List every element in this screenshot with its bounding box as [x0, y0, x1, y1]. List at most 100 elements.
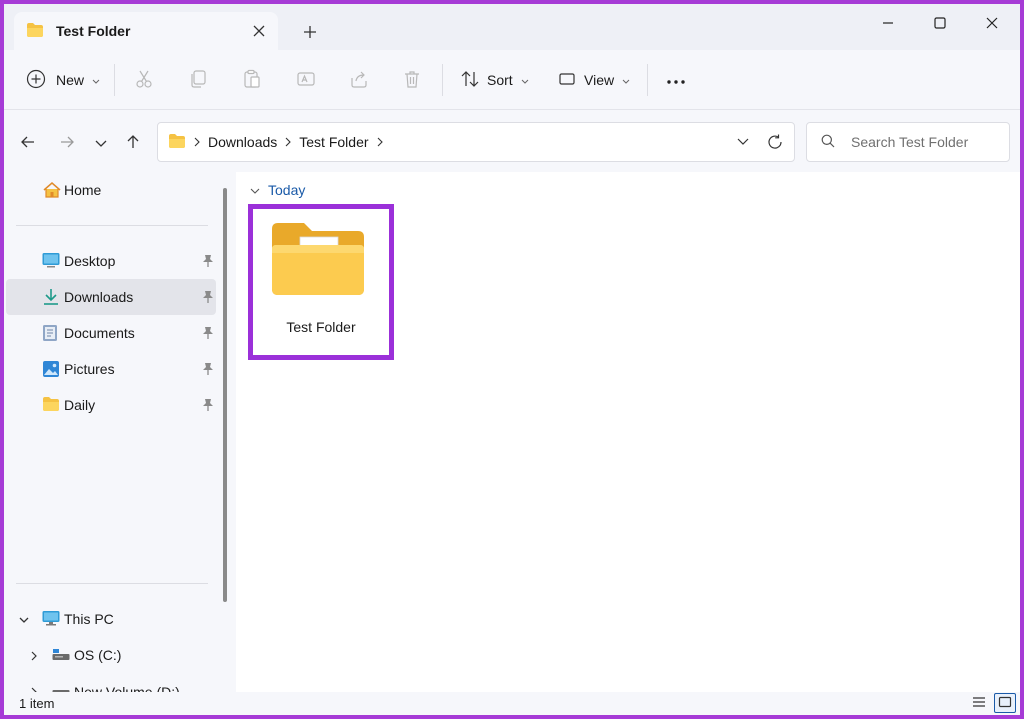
details-view-button[interactable] [968, 693, 990, 713]
desktop-icon [42, 252, 60, 270]
pin-icon[interactable] [202, 326, 214, 340]
paste-button[interactable] [242, 64, 262, 96]
maximize-button[interactable] [914, 4, 966, 44]
sidebar-item-label: New Volume (D:) [74, 684, 180, 692]
chevron-down-icon[interactable] [736, 134, 750, 151]
add-circle-icon [26, 69, 46, 92]
sidebar-item-drive-d[interactable]: New Volume (D:) [6, 673, 216, 692]
documents-icon [42, 324, 60, 342]
navigation-pane: Home Desktop Downloads Documents Picture… [4, 172, 236, 692]
search-input[interactable] [851, 134, 1011, 150]
drive-icon [52, 646, 70, 664]
sidebar-item-label: Desktop [64, 253, 116, 269]
minimize-icon [882, 16, 894, 32]
toolbar-divider [647, 64, 648, 96]
sidebar-item-pictures[interactable]: Pictures [6, 351, 216, 387]
folder-icon [270, 219, 366, 302]
sidebar-item-drive-c[interactable]: OS (C:) [6, 637, 216, 673]
more-icon [666, 72, 686, 88]
chevron-right-icon[interactable] [377, 137, 383, 147]
sidebar-item-documents[interactable]: Documents [6, 315, 216, 351]
sidebar-item-this-pc[interactable]: This PC [6, 601, 216, 637]
delete-icon [402, 69, 422, 92]
file-item-test-folder[interactable]: Test Folder [248, 204, 394, 360]
sidebar-item-label: This PC [64, 611, 114, 627]
refresh-icon[interactable] [766, 133, 784, 154]
tiles-icon [998, 695, 1012, 711]
group-label: Today [268, 182, 306, 198]
copy-button[interactable] [188, 64, 208, 96]
minimize-button[interactable] [862, 4, 914, 44]
sidebar-item-label: Daily [64, 397, 96, 413]
paste-icon [242, 69, 262, 92]
folder-icon [26, 22, 44, 41]
close-icon [986, 16, 998, 32]
new-button[interactable]: New [26, 64, 100, 96]
search-box[interactable] [806, 122, 1011, 162]
chevron-right-icon[interactable] [28, 685, 40, 692]
search-icon [821, 134, 835, 151]
view-icon [558, 70, 576, 91]
chevron-down-icon [95, 135, 107, 151]
sidebar-item-label: Home [64, 182, 102, 198]
view-label: View [584, 72, 615, 88]
sidebar-item-home[interactable]: Home [6, 172, 216, 208]
sidebar-item-daily[interactable]: Daily [6, 387, 216, 423]
pin-icon[interactable] [202, 254, 214, 268]
pin-icon[interactable] [202, 362, 214, 376]
sidebar-scrollbar[interactable] [223, 188, 227, 602]
chevron-right-icon [285, 137, 292, 147]
pin-icon[interactable] [202, 290, 214, 304]
toolbar-divider [114, 64, 115, 96]
chevron-right-icon[interactable] [28, 649, 40, 661]
sidebar-divider [16, 583, 208, 584]
tiles-view-button[interactable] [994, 693, 1016, 713]
rename-icon [296, 69, 316, 92]
chevron-down-icon[interactable] [18, 613, 30, 625]
group-header-today[interactable]: Today [250, 182, 305, 198]
share-button[interactable] [349, 64, 369, 96]
tab-test-folder[interactable]: Test Folder [14, 12, 278, 50]
pictures-icon [42, 360, 60, 378]
sidebar-item-downloads[interactable]: Downloads [6, 279, 216, 315]
copy-icon [188, 69, 208, 92]
sidebar-item-desktop[interactable]: Desktop [6, 243, 216, 279]
up-button[interactable] [120, 130, 146, 156]
breadcrumb-test-folder[interactable]: Test Folder [299, 134, 368, 150]
pin-icon[interactable] [202, 398, 214, 412]
folder-icon [168, 133, 186, 152]
command-bar: New Sort View [4, 50, 1020, 110]
file-explorer-window: Test Folder New Sort View Downloads Test… [4, 4, 1020, 715]
maximize-icon [934, 16, 946, 32]
back-button[interactable] [15, 130, 41, 156]
sort-button[interactable]: Sort [460, 64, 529, 96]
status-bar: 1 item [4, 692, 1020, 715]
more-options-button[interactable] [666, 64, 686, 96]
drive-icon [52, 682, 70, 692]
delete-button[interactable] [402, 64, 422, 96]
breadcrumb-downloads[interactable]: Downloads [208, 134, 277, 150]
sidebar-item-label: Downloads [64, 289, 134, 305]
arrow-left-icon [20, 134, 36, 153]
forward-button[interactable] [54, 130, 80, 156]
item-count: 1 item [19, 696, 55, 711]
recent-locations-button[interactable] [88, 130, 114, 156]
tab-title: Test Folder [56, 23, 131, 39]
rename-button[interactable] [296, 64, 316, 96]
address-bar[interactable]: Downloads Test Folder [157, 122, 795, 162]
sort-icon [460, 69, 480, 92]
view-button[interactable]: View [558, 64, 630, 96]
chevron-down-icon [521, 72, 529, 88]
close-icon[interactable] [252, 24, 266, 38]
cut-icon [134, 69, 154, 92]
file-list-pane[interactable]: Today Test Folder [236, 172, 1020, 692]
arrow-right-icon [59, 134, 75, 153]
sort-label: Sort [487, 72, 513, 88]
cut-button[interactable] [134, 64, 154, 96]
plus-icon[interactable] [300, 22, 320, 42]
close-window-button[interactable] [966, 4, 1018, 44]
address-row: Downloads Test Folder [4, 110, 1020, 172]
toolbar-divider [442, 64, 443, 96]
new-label: New [56, 72, 85, 88]
title-bar: Test Folder [4, 4, 1020, 50]
